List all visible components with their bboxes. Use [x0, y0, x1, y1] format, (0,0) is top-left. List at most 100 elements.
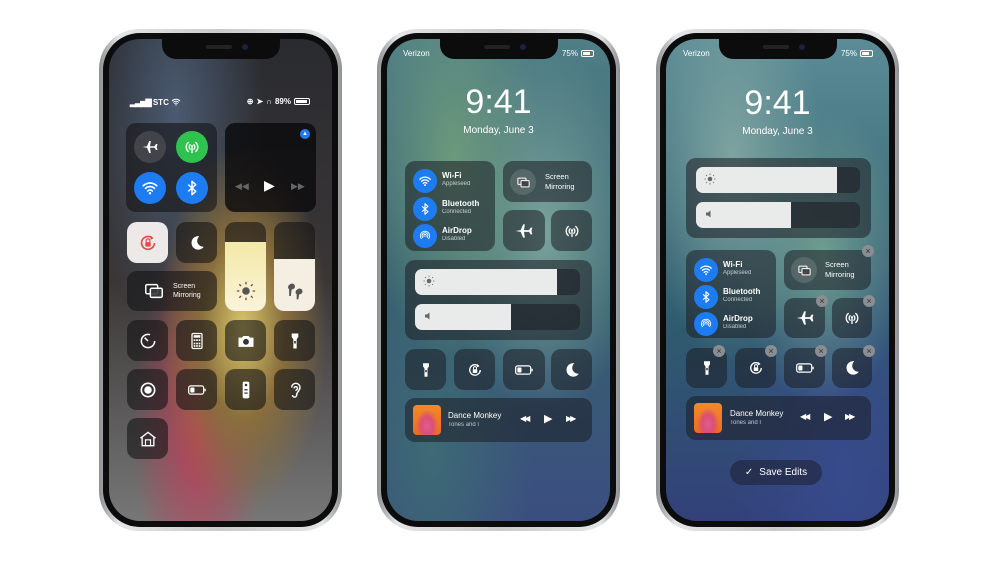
fast-forward-button[interactable]: ▶▶: [566, 414, 576, 423]
brightness-slider[interactable]: [225, 222, 266, 311]
low-power-mode-button[interactable]: [503, 349, 545, 390]
remove-rotation-lock-button[interactable]: ×: [765, 345, 777, 357]
home-button[interactable]: [127, 418, 168, 459]
airdrop-icon: [699, 317, 713, 331]
orientation-lock-icon: ⊕: [246, 97, 254, 106]
fast-forward-button[interactable]: ▶▶: [291, 181, 305, 192]
screen-mirroring-label: Mirroring: [173, 292, 201, 299]
wifi-toggle[interactable]: [694, 258, 718, 282]
play-button[interactable]: ▶: [544, 412, 552, 425]
wifi-network: Appleseed: [442, 181, 471, 187]
sliders-module: [686, 158, 871, 238]
wifi-toggle[interactable]: [413, 169, 437, 193]
remove-screen-mirroring-button[interactable]: ×: [862, 245, 874, 257]
volume-slider[interactable]: [696, 202, 860, 228]
rewind-button[interactable]: ◀◀: [520, 414, 530, 423]
cellular-data-toggle[interactable]: [551, 210, 592, 251]
screen-mirroring-button[interactable]: Screen Mirroring: [127, 271, 217, 311]
hearing-button[interactable]: [274, 369, 315, 410]
bluetooth-toggle[interactable]: [413, 197, 437, 221]
flashlight-button[interactable]: [405, 349, 446, 390]
screen-mirroring-button[interactable]: Screen Mirroring: [503, 161, 592, 202]
rotation-lock-toggle[interactable]: [454, 349, 495, 390]
brightness-fill: [696, 167, 838, 193]
volume-slider[interactable]: [274, 222, 315, 311]
brightness-fill: [415, 269, 557, 295]
checkmark-icon: ✓: [744, 467, 754, 478]
play-button[interactable]: ▶: [264, 177, 275, 194]
status-bar-right: 75%: [562, 49, 594, 58]
do-not-disturb-toggle[interactable]: [176, 222, 217, 263]
timer-button[interactable]: [127, 320, 168, 361]
rewind-button[interactable]: ◀◀: [800, 412, 810, 421]
connectivity-module: Wi-Fi Appleseed Bluetooth Connected AirDro…: [686, 250, 776, 338]
screen-mirroring-button[interactable]: Screen Mirroring: [784, 250, 871, 290]
cellular-icon: [183, 138, 201, 156]
screen-mirroring-label: Screen: [173, 283, 196, 290]
flashlight-icon: [417, 361, 435, 379]
screen-mirroring-label: Screen: [545, 172, 569, 181]
airplane-mode-toggle[interactable]: [503, 210, 545, 251]
timer-icon: [138, 331, 158, 351]
carrier-label: Verizon: [403, 49, 430, 58]
lock-screen-time: 9:41: [465, 83, 532, 121]
do-not-disturb-toggle[interactable]: [551, 349, 592, 390]
location-icon: ➤: [256, 97, 264, 106]
remove-low-power-button[interactable]: ×: [815, 345, 827, 357]
fast-forward-button[interactable]: ▶▶: [845, 412, 855, 421]
flashlight-button[interactable]: [274, 320, 315, 361]
airplane-mode-toggle[interactable]: [134, 131, 166, 163]
calculator-button[interactable]: [176, 320, 217, 361]
wifi-icon: [171, 97, 181, 107]
speaker-icon: [704, 208, 716, 220]
airplane-icon: [795, 308, 815, 328]
rotation-lock-icon: [137, 232, 159, 254]
save-edits-button[interactable]: ✓ Save Edits: [730, 460, 822, 485]
wifi-toggle[interactable]: [134, 172, 166, 204]
airdrop-label: AirDrop: [723, 314, 753, 323]
phone-control-center-concept: Verizon 75% 9:41 Monday, June 3 Wi-Fi App…: [377, 29, 620, 531]
sun-icon: [704, 173, 716, 185]
camera-button[interactable]: [225, 320, 266, 361]
apple-tv-remote-button[interactable]: [225, 369, 266, 410]
bluetooth-toggle[interactable]: [694, 285, 718, 309]
sun-icon: [236, 281, 256, 301]
notch: [439, 39, 558, 59]
remove-do-not-disturb-button[interactable]: ×: [863, 345, 875, 357]
battery-icon: [187, 380, 207, 400]
battery-percent: 75%: [840, 49, 857, 58]
airdrop-toggle[interactable]: [694, 312, 718, 336]
low-power-mode-button[interactable]: [176, 369, 217, 410]
ear-icon: [285, 380, 305, 400]
bluetooth-toggle[interactable]: [176, 172, 208, 204]
rotation-lock-toggle[interactable]: [127, 222, 168, 263]
brightness-slider[interactable]: [696, 167, 860, 193]
battery-percent: 75%: [561, 49, 578, 58]
screen-recording-button[interactable]: [127, 369, 168, 410]
bluetooth-status: Connected: [723, 297, 753, 303]
play-button[interactable]: ▶: [824, 410, 832, 423]
volume-slider[interactable]: [415, 304, 580, 330]
rewind-button[interactable]: ◀◀: [235, 181, 249, 192]
airdrop-label: AirDrop: [442, 226, 472, 235]
airdrop-toggle[interactable]: [413, 224, 437, 248]
battery-percent: 89%: [274, 97, 291, 106]
airplay-icon[interactable]: ▲: [300, 129, 310, 139]
phone-control-center-edit-mode: Verizon 75% 9:41 Monday, June 3 Wi-Fi App…: [656, 29, 899, 531]
cellular-data-toggle[interactable]: [176, 131, 208, 163]
signal-icon: ▂▃▅▇: [130, 98, 152, 107]
wifi-icon: [418, 174, 432, 188]
lock-screen-date: Monday, June 3: [742, 126, 813, 137]
album-art: [413, 405, 441, 435]
song-title: Dance Monkey: [730, 409, 784, 418]
status-bar-right: 75%: [841, 49, 873, 58]
wifi-label: Wi-Fi: [442, 171, 462, 180]
battery-icon: [294, 98, 310, 105]
rotation-lock-icon: [747, 359, 765, 377]
remove-flashlight-button[interactable]: ×: [713, 345, 725, 357]
brightness-slider[interactable]: [415, 269, 580, 295]
bluetooth-label: Bluetooth: [723, 287, 761, 296]
remove-cellular-button[interactable]: ×: [863, 295, 875, 307]
lock-screen-time: 9:41: [744, 84, 811, 122]
remove-airplane-mode-button[interactable]: ×: [816, 295, 828, 307]
